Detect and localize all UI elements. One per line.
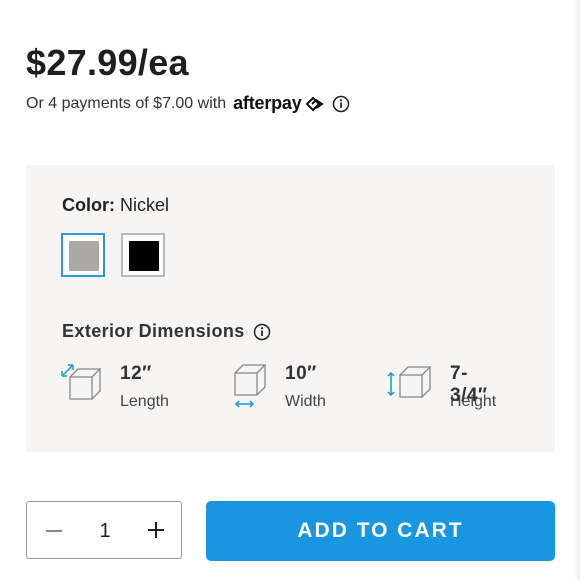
installments-text: Or 4 payments of $7.00 with (26, 94, 227, 112)
increase-quantity-button[interactable] (144, 518, 168, 542)
dimensions-title: Exterior Dimensions (62, 321, 245, 341)
width-label: Width (285, 393, 326, 410)
afterpay-installments: Or 4 payments of $7.00 with afterpay (26, 93, 350, 114)
width-value: 10″ (285, 363, 317, 384)
swatch-fill-nickel (69, 241, 99, 271)
afterpay-arrows-icon (305, 96, 324, 111)
swatch-fill-black (129, 241, 159, 271)
dimensions-heading: Exterior Dimensions (62, 321, 271, 342)
selected-color: Nickel (120, 195, 170, 215)
cube-length-icon (61, 364, 102, 400)
cube-width-icon (234, 364, 267, 408)
afterpay-info-icon[interactable] (332, 95, 350, 113)
color-label: Color: (62, 195, 115, 215)
product-options-panel: Color: Nickel Exterior Dimensions 12″ Le… (26, 165, 555, 452)
dimensions-info-icon[interactable] (253, 323, 271, 341)
length-label: Length (120, 393, 169, 410)
unit-price: $27.99/ea (26, 42, 189, 83)
cube-height-icon (387, 366, 432, 398)
add-to-cart-button[interactable]: ADD TO CART (206, 501, 555, 561)
afterpay-wordmark: afterpay (233, 93, 302, 113)
height-label: Height (450, 393, 497, 410)
color-selection: Color: Nickel (62, 195, 169, 216)
quantity-stepper: 1 (26, 501, 182, 559)
color-swatch-nickel[interactable] (61, 233, 105, 277)
color-swatch-black[interactable] (121, 233, 165, 277)
page-edge (574, 0, 580, 580)
length-value: 12″ (120, 363, 152, 384)
afterpay-logo: afterpay (233, 93, 324, 114)
